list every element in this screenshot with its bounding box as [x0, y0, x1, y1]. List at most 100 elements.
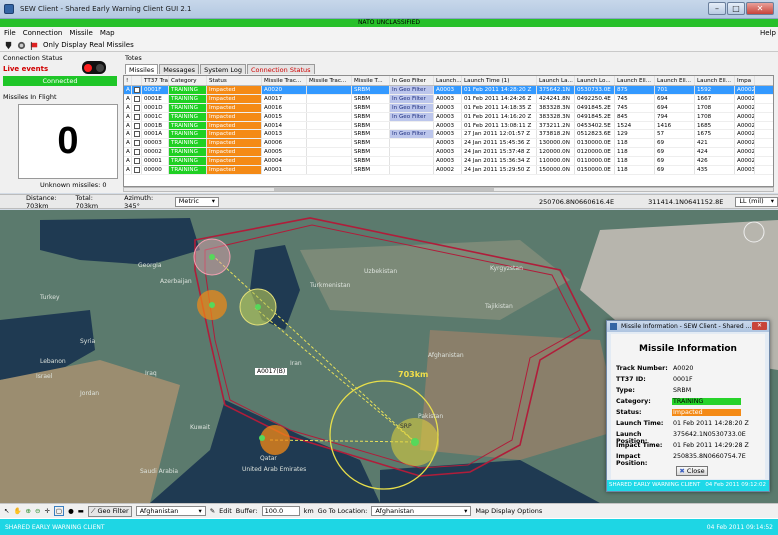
checkbox-icon[interactable]	[134, 95, 140, 102]
table-row[interactable]: A 00001 TRAINING Impacted A0004 SRBM A0003 24 J…	[124, 157, 773, 167]
coordinate-format-select[interactable]: LL (mil) ▾	[735, 196, 778, 207]
close-button[interactable]: ✕	[746, 2, 774, 15]
select-pointer-icon[interactable]: ↖	[4, 507, 9, 515]
column-header[interactable]: !	[124, 76, 132, 85]
launch-marker[interactable]	[255, 304, 261, 310]
units-select[interactable]: Metric ▾	[174, 196, 220, 207]
column-header[interactable]: TT37 Trac...	[142, 76, 169, 85]
tab-messages[interactable]: Messages	[159, 64, 200, 74]
info-value: 250835.8N0660754.7E	[673, 453, 746, 460]
table-horizontal-scrollbar[interactable]	[123, 187, 774, 192]
column-header[interactable]: Impa	[735, 76, 755, 85]
table-row[interactable]: A 00000 TRAINING Impacted A0001 SRBM A0002 24 J…	[124, 166, 773, 175]
only-real-missiles-toggle[interactable]: Only Display Real Missiles	[43, 41, 134, 49]
checkbox-icon[interactable]	[134, 113, 140, 120]
table-cell: A0015	[262, 112, 307, 121]
checkbox-icon[interactable]	[134, 167, 140, 174]
geo-filter-select[interactable]: Afghanistan ▾	[135, 506, 206, 516]
shield-icon[interactable]	[4, 41, 13, 50]
edit-button[interactable]: Edit	[219, 507, 232, 515]
impact-marker[interactable]	[411, 438, 419, 446]
geo-filter-toggle[interactable]: ⟋ Geo Filter	[87, 505, 132, 517]
dialog-close-icon[interactable]: ✕	[752, 322, 767, 330]
menu-map[interactable]: Map	[100, 29, 115, 37]
buffer-input[interactable]: 100.0	[261, 506, 300, 516]
checkbox-icon[interactable]	[134, 140, 140, 147]
checkbox-icon[interactable]	[134, 131, 140, 138]
checkbox-icon[interactable]	[134, 122, 140, 129]
table-row[interactable]: A 0001C TRAINING Impacted A0015 SRBM In Geo Fi…	[124, 112, 773, 122]
table-cell: 745	[615, 103, 655, 112]
checkbox-icon[interactable]	[134, 158, 140, 165]
column-header[interactable]: In Geo Filter	[390, 76, 434, 85]
launch-marker[interactable]	[209, 254, 215, 260]
geo-filter-cell: In Geo Filter	[390, 112, 434, 121]
column-header[interactable]: Launch Time (1)	[462, 76, 537, 85]
app-icon	[4, 4, 14, 14]
launch-marker[interactable]	[259, 435, 265, 441]
point-icon[interactable]: ●	[68, 507, 74, 515]
column-header[interactable]: Launch La...	[537, 76, 575, 85]
chevron-down-icon: ▾	[211, 197, 216, 205]
table-cell: A0003	[434, 139, 462, 148]
crosshair-icon[interactable]: ✛	[44, 507, 49, 515]
tab-connection-status[interactable]: Connection Status	[246, 64, 315, 74]
maximize-button[interactable]: □	[727, 2, 745, 15]
pan-hand-icon[interactable]: ✋	[13, 507, 21, 515]
zoom-box-icon[interactable]: ▢	[53, 506, 65, 516]
launch-marker[interactable]	[209, 302, 215, 308]
edit-pencil-icon[interactable]: ✎	[210, 507, 215, 515]
alert-cell: A	[124, 121, 132, 130]
column-header[interactable]: Launch Ell...	[615, 76, 655, 85]
table-cell: A0001	[262, 166, 307, 174]
zoom-in-icon[interactable]: ⊕	[26, 507, 31, 515]
table-cell: 24 Jan 2011 15:45:36 Z	[462, 139, 537, 148]
table-cell: 01 Feb 2011 14:16:20 Z	[462, 112, 537, 121]
zoom-out-icon[interactable]: ⊖	[35, 507, 40, 515]
menu-connection[interactable]: Connection	[23, 29, 63, 37]
table-row[interactable]: A 0001D TRAINING Impacted A0016 SRBM In Geo Fi…	[124, 103, 773, 113]
column-header[interactable]: Missile Trac...	[307, 76, 352, 85]
table-row[interactable]: A 00002 TRAINING Impacted A0005 SRBM A0003 24 J…	[124, 148, 773, 158]
table-row[interactable]: A 0001B TRAINING Impacted A0014 SRBM A0003 01 F…	[124, 121, 773, 131]
tab-missiles[interactable]: Missiles	[125, 64, 159, 74]
column-header[interactable]: Missile Trac...	[262, 76, 307, 85]
measure-icon[interactable]: ▬	[78, 507, 84, 515]
goto-location-select[interactable]: Afghanistan ▾	[371, 506, 472, 516]
column-header[interactable]: Launch Lo...	[575, 76, 615, 85]
table-row[interactable]: A 0001F TRAINING Impacted A0020 SRBM In Geo Fi…	[124, 86, 773, 95]
table-cell: 01 Feb 2011 14:28:20 Z	[462, 86, 537, 94]
column-header[interactable]: Status	[207, 76, 262, 85]
table-row[interactable]: A 0001A TRAINING Impacted A0013 SRBM In Geo Fi…	[124, 130, 773, 140]
column-header[interactable]	[132, 76, 142, 85]
column-header[interactable]: Launch Ell...	[655, 76, 695, 85]
real-missile-flag-icon[interactable]	[30, 41, 39, 50]
column-header[interactable]: Missile T...	[352, 76, 390, 85]
table-row[interactable]: A 0001E TRAINING Impacted A0017 SRBM In Geo Fi…	[124, 94, 773, 104]
launch-ellipse[interactable]	[260, 425, 290, 455]
table-cell: A0002	[737, 148, 755, 157]
map-label: Iraq	[145, 370, 157, 377]
column-header[interactable]: Category	[169, 76, 207, 85]
table-row[interactable]: A 00003 TRAINING Impacted A0006 SRBM A0003 24 J…	[124, 139, 773, 149]
menu-file[interactable]: File	[4, 29, 16, 37]
menu-missile[interactable]: Missile	[69, 29, 92, 37]
column-header[interactable]: Launch Ell...	[695, 76, 735, 85]
table-cell: 701	[655, 86, 695, 94]
table-cell	[390, 121, 434, 130]
category-cell: TRAINING	[169, 121, 207, 130]
close-dialog-button[interactable]: ✖ Close	[676, 466, 708, 476]
tab-system-log[interactable]: System Log	[200, 64, 246, 74]
column-header[interactable]: Launch...	[434, 76, 462, 85]
checkbox-icon[interactable]	[134, 87, 140, 93]
table-cell: A0017	[262, 94, 307, 103]
menu-help[interactable]: Help	[760, 29, 776, 37]
checkbox-icon[interactable]	[134, 104, 140, 111]
table-cell: 745	[615, 94, 655, 103]
connect-icon[interactable]	[17, 41, 26, 50]
status-cell: Impacted	[207, 166, 262, 174]
minimize-button[interactable]: –	[708, 2, 726, 15]
info-key: Category:	[616, 398, 651, 405]
map-display-options-link[interactable]: Map Display Options	[475, 507, 542, 515]
checkbox-icon[interactable]	[134, 149, 140, 156]
